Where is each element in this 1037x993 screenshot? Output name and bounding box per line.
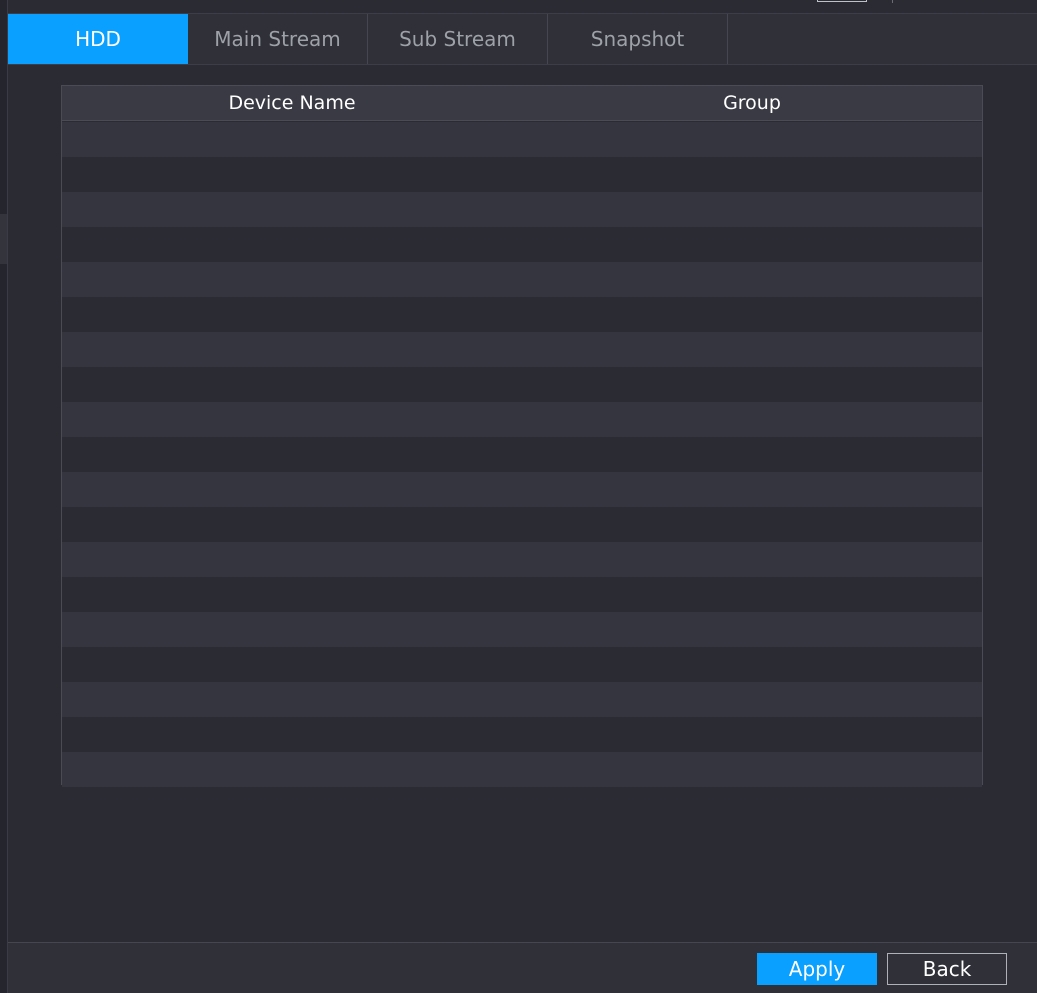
table-body bbox=[62, 122, 982, 787]
tab-bar: HDD Main Stream Sub Stream Snapshot bbox=[8, 13, 1037, 65]
column-header-group[interactable]: Group bbox=[522, 86, 982, 120]
table-row[interactable] bbox=[62, 612, 982, 647]
table-row[interactable] bbox=[62, 437, 982, 472]
left-panel-handle bbox=[0, 214, 7, 264]
tab-sub-stream[interactable]: Sub Stream bbox=[368, 14, 548, 64]
table-row[interactable] bbox=[62, 577, 982, 612]
table-row[interactable] bbox=[62, 752, 982, 787]
column-header-device-name[interactable]: Device Name bbox=[62, 86, 522, 120]
table-row[interactable] bbox=[62, 647, 982, 682]
table-row[interactable] bbox=[62, 332, 982, 367]
table-row[interactable] bbox=[62, 682, 982, 717]
table-row[interactable] bbox=[62, 472, 982, 507]
storage-settings-window: HDD Main Stream Sub Stream Snapshot Devi… bbox=[0, 0, 1037, 993]
footer-bar: Apply Back bbox=[8, 942, 1037, 993]
back-button[interactable]: Back bbox=[887, 953, 1007, 985]
table-row[interactable] bbox=[62, 122, 982, 157]
top-input-edge bbox=[817, 0, 867, 2]
top-window-edge bbox=[8, 0, 1037, 12]
tab-snapshot[interactable]: Snapshot bbox=[548, 14, 728, 64]
table-row[interactable] bbox=[62, 227, 982, 262]
table-row[interactable] bbox=[62, 157, 982, 192]
table-header: Device Name Group bbox=[62, 86, 982, 121]
device-group-table: Device Name Group bbox=[61, 85, 983, 787]
table-row[interactable] bbox=[62, 542, 982, 577]
apply-button[interactable]: Apply bbox=[757, 953, 877, 985]
table-row[interactable] bbox=[62, 297, 982, 332]
table-row[interactable] bbox=[62, 192, 982, 227]
table-row[interactable] bbox=[62, 402, 982, 437]
tab-hdd[interactable]: HDD bbox=[8, 14, 188, 64]
table-row[interactable] bbox=[62, 507, 982, 542]
top-separator bbox=[892, 0, 893, 3]
left-panel-edge bbox=[0, 0, 8, 993]
table-row[interactable] bbox=[62, 367, 982, 402]
table-row[interactable] bbox=[62, 717, 982, 752]
table-row[interactable] bbox=[62, 262, 982, 297]
tab-main-stream[interactable]: Main Stream bbox=[188, 14, 368, 64]
